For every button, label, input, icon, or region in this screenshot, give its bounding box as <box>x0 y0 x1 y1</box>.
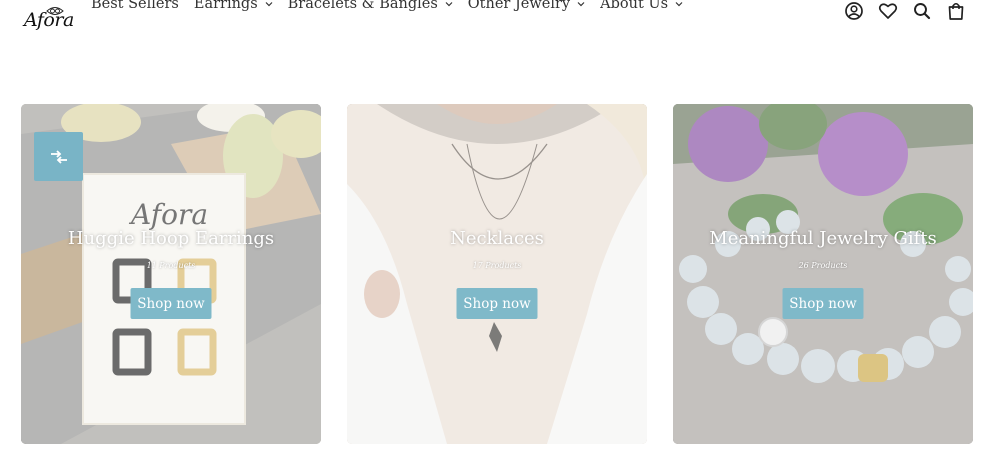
nav-label: About Us <box>600 0 669 12</box>
eye-logo-icon <box>46 7 64 15</box>
chevron-down-icon <box>577 2 585 7</box>
collection-card-meaningful-gifts[interactable]: Meaningful Jewelry Gifts 26 Products Sho… <box>673 104 973 444</box>
cart-count-badge: 0 <box>965 0 971 2</box>
main-nav: Best Sellers Earrings Bracelets & Bangle… <box>91 0 698 12</box>
site-header: Afora Best Sellers Earrings Bracelets & … <box>0 0 1000 40</box>
nav-item-about-us[interactable]: About Us <box>600 0 684 12</box>
nav-item-bracelets-bangles[interactable]: Bracelets & Bangles <box>288 0 454 12</box>
wishlist-count-badge: 0 <box>897 0 903 2</box>
brand-logo[interactable]: Afora <box>24 6 74 36</box>
shop-now-button[interactable]: Shop now <box>456 288 538 319</box>
shop-now-button[interactable]: Shop now <box>130 288 212 319</box>
collection-title: Huggie Hoop Earrings <box>67 228 275 249</box>
nav-item-other-jewelry[interactable]: Other Jewelry <box>468 0 586 12</box>
nav-item-earrings[interactable]: Earrings <box>194 0 274 12</box>
user-circle-icon[interactable] <box>844 1 864 21</box>
collection-product-count: 26 Products <box>798 261 848 270</box>
collection-product-count: 17 Products <box>472 261 522 270</box>
nav-label: Other Jewelry <box>467 0 571 12</box>
chevron-down-icon <box>675 2 683 7</box>
collection-title: Necklaces <box>450 228 544 249</box>
nav-label: Best Sellers <box>91 0 179 12</box>
heart-icon[interactable] <box>878 1 898 21</box>
search-icon[interactable] <box>912 1 932 21</box>
nav-item-best-sellers[interactable]: Best Sellers <box>91 0 179 12</box>
chevron-down-icon <box>265 2 273 7</box>
arrows-compare-icon <box>50 149 67 164</box>
collection-card-huggie-hoops[interactable]: Afora Huggie Hoop Earrings 11 Products S… <box>21 104 321 444</box>
image-overlay <box>673 104 973 444</box>
shopping-bag-icon[interactable] <box>946 1 966 21</box>
collection-title: Meaningful Jewelry Gifts <box>709 228 937 249</box>
compare-button[interactable] <box>34 132 83 181</box>
image-overlay <box>347 104 647 444</box>
collection-product-count: 11 Products <box>146 261 196 270</box>
chevron-down-icon <box>445 2 453 7</box>
nav-label: Bracelets & Bangles <box>287 0 438 12</box>
shop-now-button[interactable]: Shop now <box>782 288 864 319</box>
collection-card-necklaces[interactable]: Necklaces 17 Products Shop now <box>347 104 647 444</box>
nav-label: Earrings <box>193 0 258 12</box>
